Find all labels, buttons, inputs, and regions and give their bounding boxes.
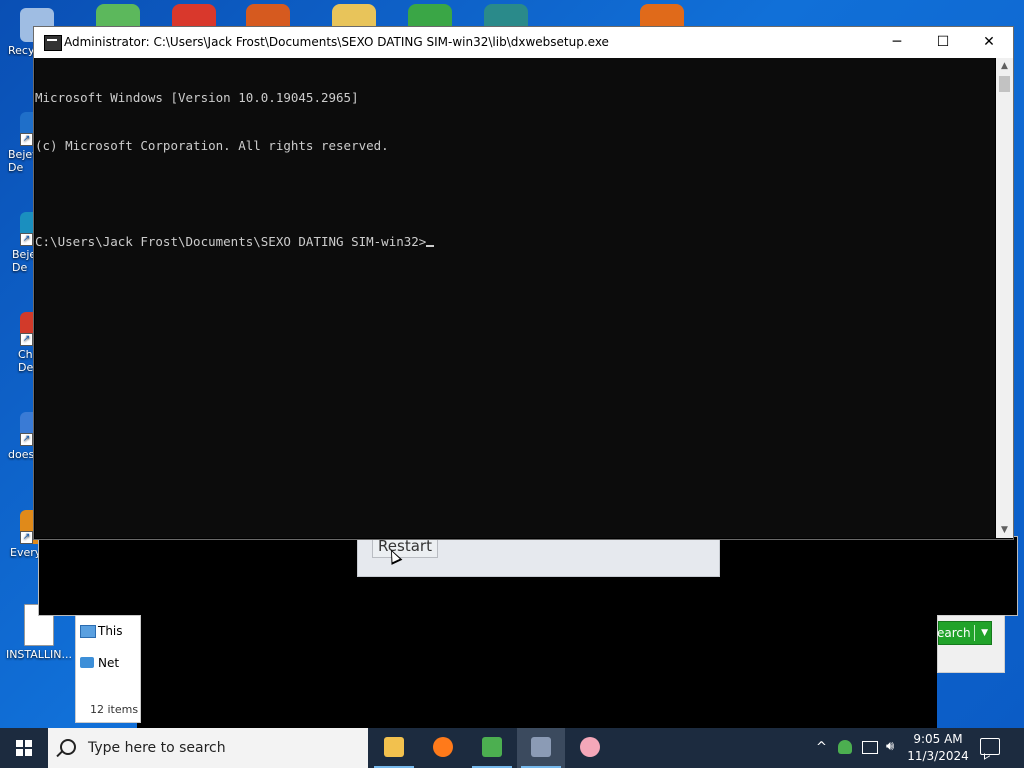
- clock-time: 9:05 AM: [913, 732, 963, 746]
- scrollbar-thumb[interactable]: [999, 76, 1010, 92]
- anime-app-icon: [580, 737, 600, 757]
- cmd-title-bar[interactable]: Administrator: C:\Users\Jack Frost\Docum…: [34, 27, 1013, 58]
- shield-icon[interactable]: [408, 4, 452, 28]
- volume-icon[interactable]: 🔊︎: [886, 739, 894, 754]
- console-prompt: C:\Users\Jack Frost\Documents\SEXO DATIN…: [35, 234, 427, 249]
- taskbar-app-cmd[interactable]: [517, 728, 565, 768]
- start-button[interactable]: [0, 728, 48, 768]
- desktop-icon-label: Beje De: [12, 248, 36, 274]
- game-icon-orange[interactable]: [640, 4, 684, 28]
- network-icon[interactable]: [862, 741, 878, 754]
- shortcut-arrow-icon: ↗: [20, 433, 33, 446]
- nav-item-label: Net: [98, 656, 120, 670]
- taskbar: Type here to search ^ 🔊︎ 9:05 AM 11/3/20…: [0, 728, 1024, 768]
- taskbar-app-file-explorer[interactable]: [370, 728, 418, 768]
- cmd-window: Administrator: C:\Users\Jack Frost\Docum…: [33, 26, 1014, 540]
- network-icon: [80, 657, 94, 668]
- search-icon: [60, 739, 76, 755]
- app-icon-orange[interactable]: [246, 4, 290, 28]
- chevron-down-icon[interactable]: ▼: [981, 622, 988, 644]
- file-explorer-icon: [384, 737, 404, 757]
- search-panel-fragment: earch ▼: [937, 615, 1005, 673]
- file-explorer-window-fragment: This Net 12 items: [75, 615, 141, 723]
- search-placeholder: Type here to search: [88, 740, 226, 756]
- windows-logo-icon: [16, 740, 32, 756]
- scroll-down-icon[interactable]: ▼: [996, 522, 1013, 538]
- console-line: (c) Microsoft Corporation. All rights re…: [35, 138, 389, 153]
- nav-item-label: This: [98, 624, 123, 638]
- search-button[interactable]: earch ▼: [937, 621, 992, 645]
- shortcut-arrow-icon: ↗: [20, 531, 33, 544]
- desktop-icon-label: Ch De: [18, 348, 34, 374]
- nav-item-network[interactable]: Net: [80, 656, 120, 670]
- system-tray: ^ 🔊︎: [810, 728, 910, 768]
- shortcut-arrow-icon: ↗: [20, 333, 33, 346]
- firefox-icon: [433, 737, 453, 757]
- game-icon-green: [482, 737, 502, 757]
- folder-icon[interactable]: [332, 4, 376, 28]
- chrome-icon[interactable]: [172, 4, 216, 28]
- clock-date: 11/3/2024: [907, 749, 969, 763]
- shortcut-arrow-icon: ↗: [20, 133, 33, 146]
- item-count: 12 items: [90, 703, 139, 716]
- taskbar-app-game[interactable]: [468, 728, 516, 768]
- console-line: Microsoft Windows [Version 10.0.19045.29…: [35, 90, 359, 105]
- console-output[interactable]: Microsoft Windows [Version 10.0.19045.29…: [35, 58, 995, 538]
- game-icon-teal[interactable]: [484, 4, 528, 28]
- desktop: Recy ↗ Bejev De ↗ Beje De ↗ Ch De ↗ does…: [0, 0, 1024, 728]
- window-title: Administrator: C:\Users\Jack Frost\Docum…: [64, 35, 609, 49]
- user-tray-icon[interactable]: [838, 740, 852, 754]
- computer-icon: [80, 625, 96, 638]
- cmd-app-icon: [44, 35, 62, 51]
- nav-item-this-pc[interactable]: This: [80, 624, 123, 638]
- setup-dialog-fragment: Restart: [357, 536, 720, 577]
- cmd-app-icon: [531, 737, 551, 757]
- maximize-button[interactable]: ☐: [920, 27, 966, 58]
- scroll-up-icon[interactable]: ▲: [996, 58, 1013, 74]
- console-prompt-line: C:\Users\Jack Frost\Documents\SEXO DATIN…: [35, 234, 995, 250]
- desktop-icon-label: INSTALLIN...: [5, 648, 73, 661]
- taskbar-search-box[interactable]: Type here to search: [48, 728, 368, 768]
- taskbar-clock[interactable]: 9:05 AM 11/3/2024: [905, 731, 971, 765]
- notification-center-icon[interactable]: [980, 738, 1000, 755]
- shortcut-arrow-icon: ↗: [20, 233, 33, 246]
- taskbar-app-firefox[interactable]: [419, 728, 467, 768]
- taskbar-app-anime[interactable]: [566, 728, 614, 768]
- game-icon-green[interactable]: [96, 4, 140, 28]
- search-button-label: earch: [937, 626, 971, 640]
- close-button[interactable]: ✕: [966, 27, 1012, 58]
- minimize-button[interactable]: ─: [874, 27, 920, 58]
- show-hidden-icons-chevron-icon[interactable]: ^: [816, 740, 827, 755]
- text-cursor: [426, 245, 435, 247]
- vertical-scrollbar[interactable]: ▲ ▼: [996, 58, 1013, 538]
- divider: [974, 625, 975, 641]
